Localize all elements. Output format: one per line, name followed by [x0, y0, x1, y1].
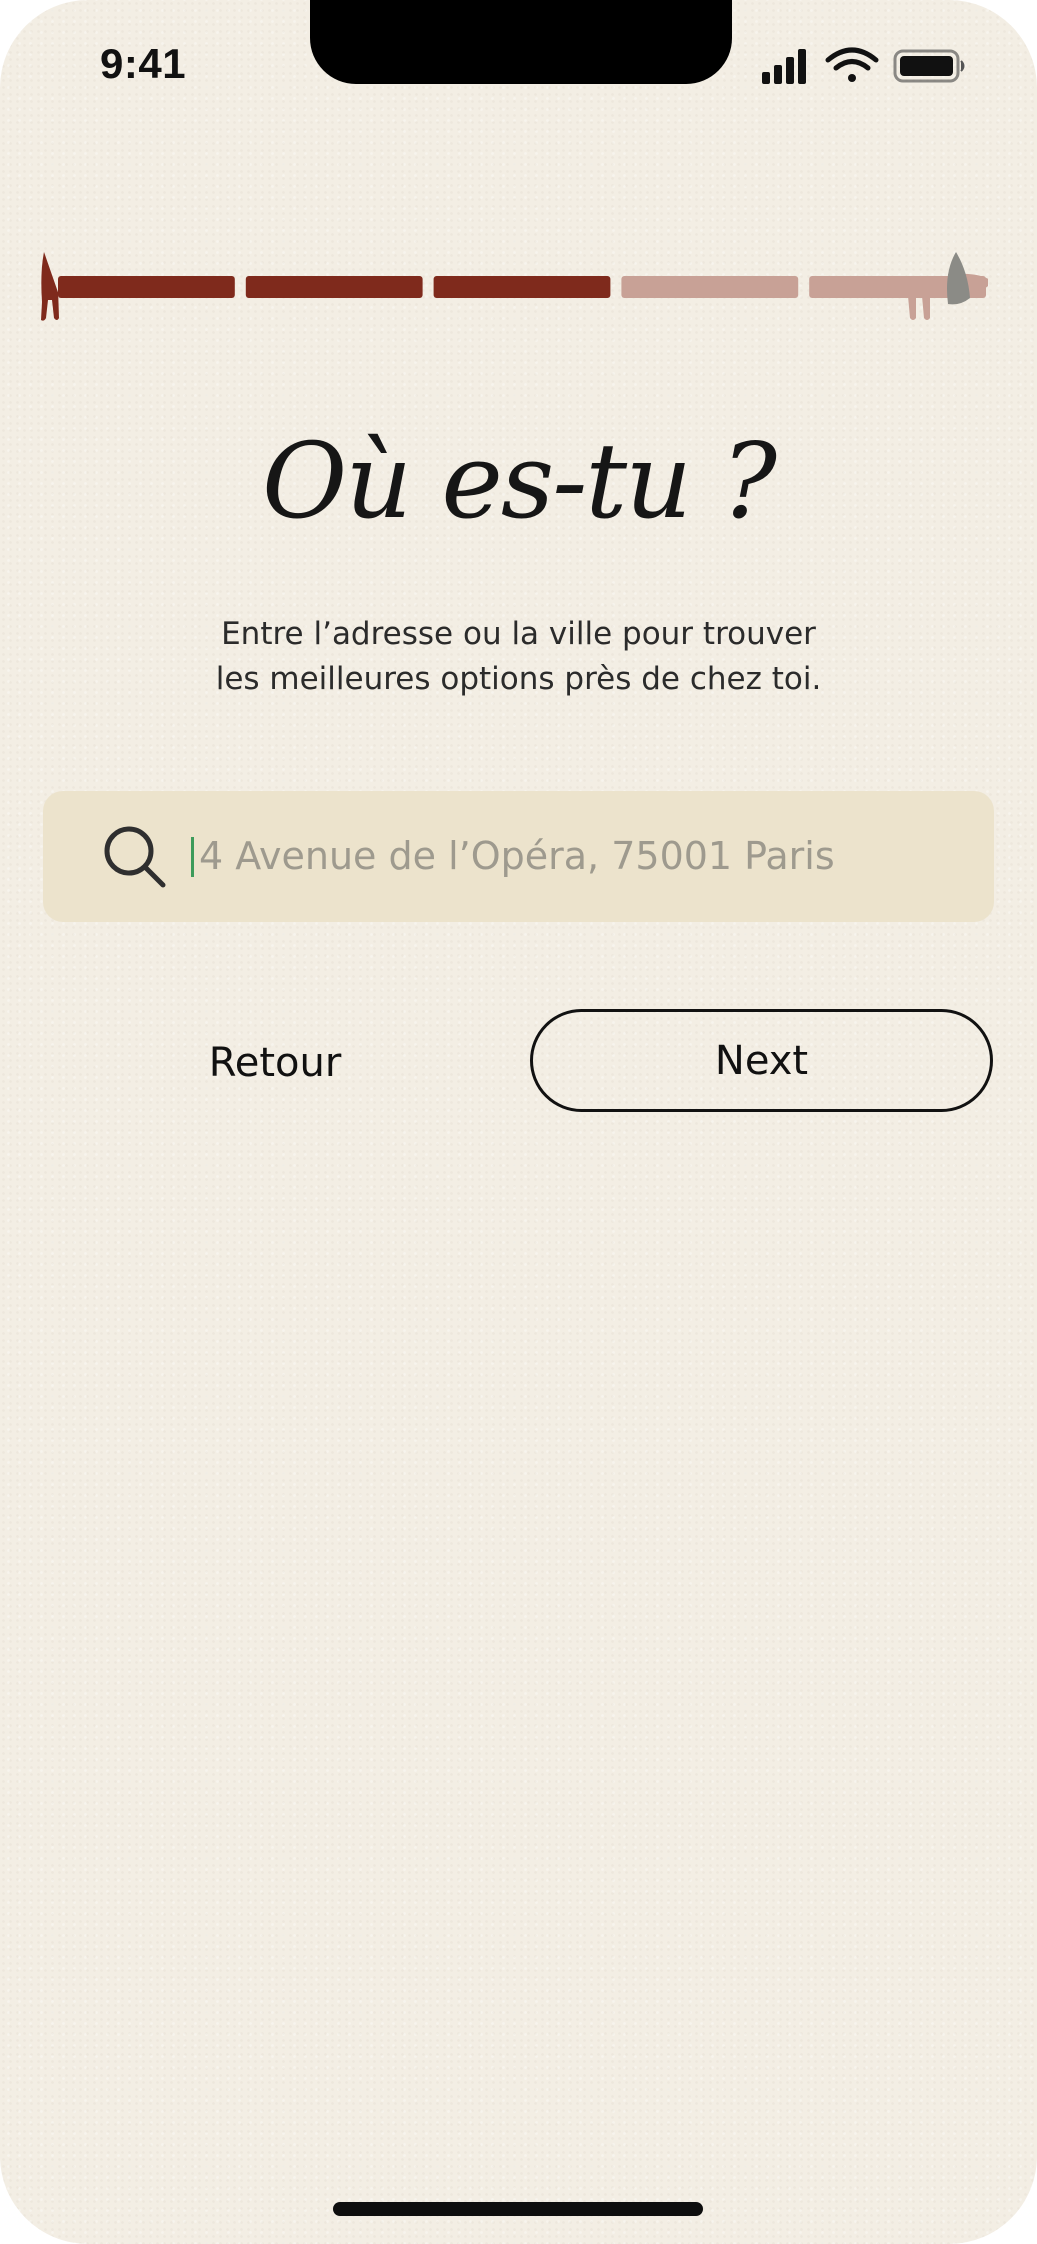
dachshund-head-icon: [947, 252, 970, 305]
progress-segment-3: [433, 276, 611, 298]
home-indicator: [333, 2202, 703, 2216]
back-button[interactable]: Retour: [150, 1010, 400, 1115]
address-search-field[interactable]: [43, 791, 994, 922]
status-time: 9:41: [100, 40, 187, 87]
progress-segment-1: [58, 276, 235, 298]
wifi-icon: [825, 47, 879, 82]
text-caret: [191, 837, 194, 877]
subtitle-line-1: Entre l’adresse ou la ville pour trouver: [221, 616, 816, 652]
dachshund-tail-icon: [41, 252, 60, 321]
search-icon: [104, 826, 166, 888]
next-button[interactable]: Next: [530, 1009, 993, 1112]
dachshund-legs-icon: [908, 296, 930, 320]
page-subtitle: Entre l’adresse ou la ville pour trouver…: [180, 612, 857, 702]
battery-icon: [893, 49, 965, 83]
page-title: Où es-tu ?: [262, 420, 777, 542]
progress-segment-4: [621, 276, 799, 298]
cellular-signal-icon: [762, 49, 806, 84]
phone-screen: 9:41 Où es-tu ? Entre l’adresse ou la vi…: [0, 0, 1037, 2244]
progress-bar: [41, 252, 988, 321]
subtitle-line-2: les meilleures options près de chez toi.: [215, 661, 822, 697]
device-notch: [310, 0, 732, 84]
address-search-input[interactable]: [199, 821, 969, 891]
status-icons: [762, 47, 965, 84]
progress-segment-2: [245, 276, 423, 298]
